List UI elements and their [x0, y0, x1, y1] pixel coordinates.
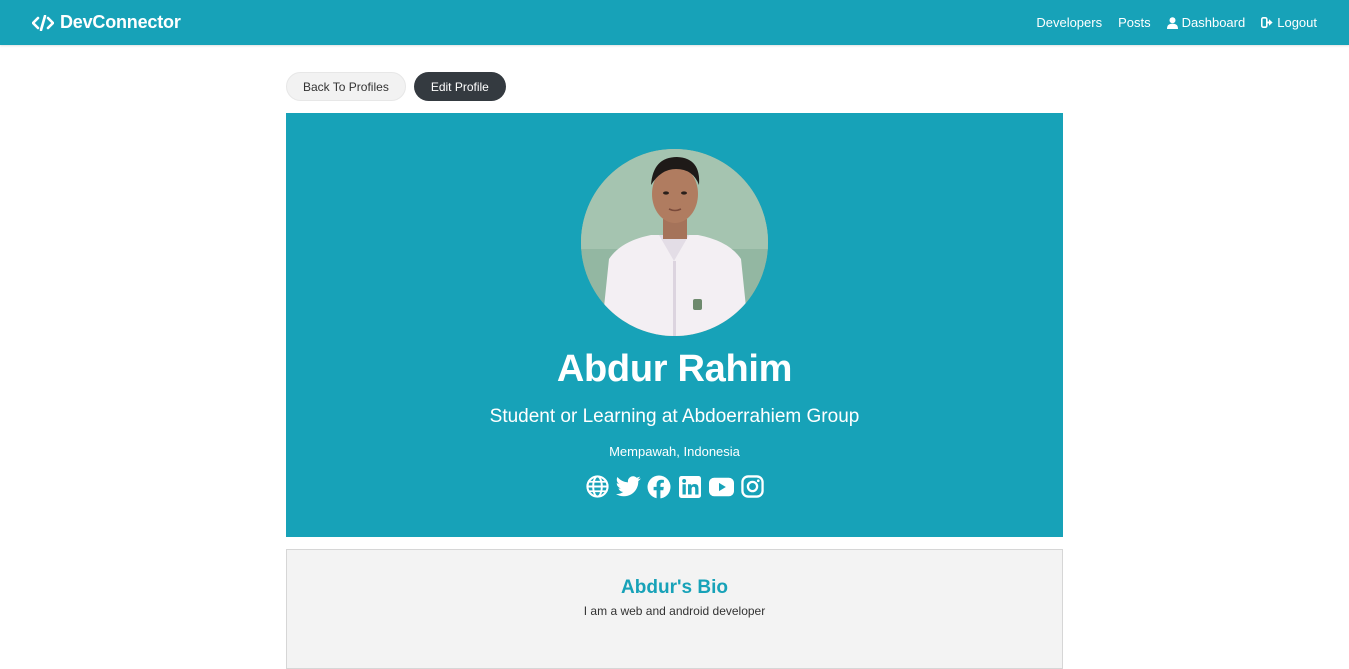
instagram-icon	[740, 475, 764, 498]
linkedin-link[interactable]	[678, 474, 703, 499]
instagram-link[interactable]	[740, 474, 765, 499]
avatar-image	[581, 149, 768, 336]
profile-title: Student or Learning at Abdoerrahiem Grou…	[489, 406, 860, 427]
website-link[interactable]	[585, 474, 610, 499]
profile-bio: Abdur's Bio I am a web and android devel…	[286, 549, 1063, 669]
edit-profile-button[interactable]: Edit Profile	[413, 72, 506, 101]
back-to-profiles-button[interactable]: Back To Profiles	[286, 72, 406, 101]
code-icon	[32, 14, 54, 31]
youtube-icon	[708, 477, 734, 496]
nav-logout[interactable]: Logout	[1261, 15, 1317, 30]
youtube-link[interactable]	[708, 474, 734, 499]
globe-icon	[585, 475, 609, 498]
profile-actions: Back To Profiles Edit Profile	[286, 72, 506, 101]
social-links	[286, 474, 1063, 499]
facebook-icon	[647, 475, 671, 499]
profile-name: Abdur Rahim	[556, 348, 793, 390]
brand-link[interactable]: DevConnector	[32, 12, 181, 33]
nav-dashboard-label: Dashboard	[1181, 15, 1246, 30]
nav-developers[interactable]: Developers	[1036, 15, 1102, 30]
profile-location: Mempawah, Indonesia	[609, 444, 740, 459]
user-icon	[1166, 16, 1178, 29]
profile-header: Abdur Rahim Student or Learning at Abdoe…	[286, 113, 1063, 537]
nav-logout-label: Logout	[1277, 15, 1317, 30]
twitter-link[interactable]	[615, 474, 641, 499]
navbar: DevConnector Developers Posts Dashboard …	[0, 0, 1349, 45]
nav-posts[interactable]: Posts	[1118, 15, 1151, 30]
linkedin-icon	[679, 475, 701, 498]
sign-out-icon	[1261, 17, 1273, 28]
brand-name: DevConnector	[60, 12, 181, 32]
bio-title: Abdur's Bio	[621, 577, 728, 598]
avatar	[581, 149, 768, 336]
facebook-link[interactable]	[647, 474, 672, 499]
bio-text: I am a web and android developer	[583, 604, 766, 618]
twitter-icon	[615, 476, 641, 497]
nav-links: Developers Posts Dashboard Logout	[1036, 15, 1317, 30]
nav-dashboard[interactable]: Dashboard	[1166, 15, 1246, 30]
